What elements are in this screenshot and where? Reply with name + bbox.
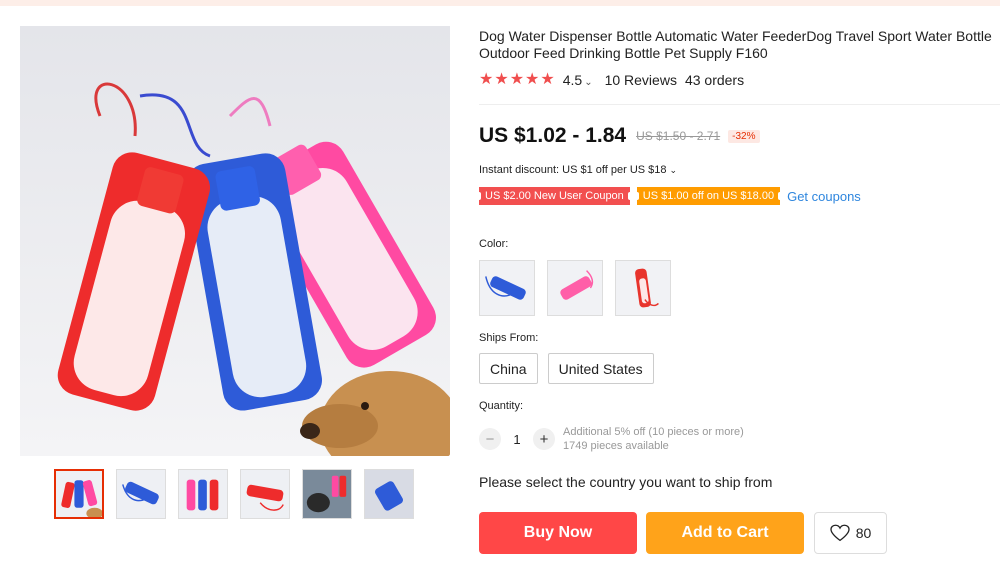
product-info-panel: Dog Water Dispenser Bottle Automatic Wat… xyxy=(477,0,1000,562)
star-rating: ★ ★ ★ ★ ★ xyxy=(479,72,555,88)
rating-value[interactable]: 4.5 ⌄ xyxy=(563,72,593,88)
orders-count: 43 orders xyxy=(684,72,745,88)
product-title: Dog Water Dispenser Bottle Automatic Wat… xyxy=(479,28,992,61)
chevron-down-icon: ⌄ xyxy=(669,165,678,175)
star-icon: ★ xyxy=(479,71,494,88)
rating-number: 4.5 xyxy=(562,72,583,88)
color-option-blue[interactable] xyxy=(479,260,535,316)
instant-discount-text: Instant discount: US $1 off per US $18 xyxy=(479,164,667,176)
quantity-decrease-button[interactable]: − xyxy=(479,428,501,450)
current-price: US $1.02 - 1.84 xyxy=(479,124,627,147)
star-icon: ★ xyxy=(509,71,525,88)
star-icon: ★ xyxy=(540,71,555,88)
quantity-note: Additional 5% off (10 pieces or more) 17… xyxy=(563,425,744,453)
discount-badge: -32% xyxy=(728,129,760,143)
bulk-discount-note: Additional 5% off (10 pieces or more) xyxy=(563,426,744,438)
color-option-red[interactable] xyxy=(615,260,671,316)
divider xyxy=(479,104,1000,105)
bottle-closeup-icon xyxy=(365,470,413,518)
pink-bottle-icon xyxy=(560,270,594,300)
thumbnail-1[interactable] xyxy=(54,469,104,519)
color-option-pink[interactable] xyxy=(547,260,603,316)
store-coupon[interactable]: US $1.00 off on US $18.00 xyxy=(634,187,783,205)
reviews-link[interactable]: 10 Reviews xyxy=(605,72,677,88)
new-user-coupon[interactable]: US $2.00 New User Coupon xyxy=(477,187,632,205)
add-to-cart-button[interactable]: Add to Cart xyxy=(646,512,804,554)
select-country-message: Please select the country you want to sh… xyxy=(479,474,773,490)
instant-discount[interactable]: Instant discount: US $1 off per US $18 ⌄ xyxy=(479,164,677,176)
stock-available: 1749 pieces available xyxy=(563,440,669,452)
quantity-stepper: − 1 + Additional 5% off (10 pieces or mo… xyxy=(479,425,744,453)
thumbnail-5[interactable] xyxy=(302,469,352,519)
chevron-down-icon: ⌄ xyxy=(584,77,593,88)
thumbnail-4[interactable] xyxy=(240,469,290,519)
buy-now-button[interactable]: Buy Now xyxy=(479,512,637,554)
get-coupons-link[interactable]: Get coupons xyxy=(787,189,861,204)
original-price: US $1.50 - 2.71 xyxy=(636,129,721,143)
color-label: Color: xyxy=(479,238,509,250)
ship-from-united-states[interactable]: United States xyxy=(547,353,654,384)
ships-from-label: Ships From: xyxy=(479,332,539,344)
ship-from-china[interactable]: China xyxy=(479,353,538,384)
three-bottles-upright-icon xyxy=(186,479,219,511)
star-icon: ★ xyxy=(494,71,509,88)
dog-photo-icon xyxy=(303,470,351,518)
color-options xyxy=(479,260,671,316)
thumbnail-strip xyxy=(54,469,414,519)
price-row: US $1.02 - 1.84 US $1.50 - 2.71 -32% xyxy=(479,124,760,148)
quantity-label: Quantity: xyxy=(479,400,524,412)
quantity-increase-button[interactable]: + xyxy=(533,428,555,450)
quantity-value[interactable]: 1 xyxy=(501,432,533,447)
red-bottle-icon xyxy=(246,484,284,511)
thumbnail-2[interactable] xyxy=(116,469,166,519)
thumbnail-6[interactable] xyxy=(364,469,414,519)
ships-from-options: China United States xyxy=(479,353,654,384)
product-photo xyxy=(20,26,450,456)
coupon-row: US $2.00 New User Coupon US $1.00 off on… xyxy=(477,187,861,205)
thumbnail-3[interactable] xyxy=(178,469,228,519)
three-bottles-icon xyxy=(61,480,102,517)
blue-bottle-icon xyxy=(122,481,159,505)
product-main-image[interactable] xyxy=(20,26,450,456)
blue-bottle-icon xyxy=(485,276,526,300)
action-buttons: Buy Now Add to Cart 80 xyxy=(479,512,887,554)
rating-row: ★ ★ ★ ★ ★ 4.5 ⌄ 10 Reviews 43 orders xyxy=(479,72,745,89)
star-icon: ★ xyxy=(525,71,540,88)
wishlist-count: 80 xyxy=(855,525,872,541)
wishlist-button[interactable]: 80 xyxy=(814,512,887,554)
red-bottle-icon xyxy=(635,268,659,308)
heart-icon xyxy=(830,524,850,542)
